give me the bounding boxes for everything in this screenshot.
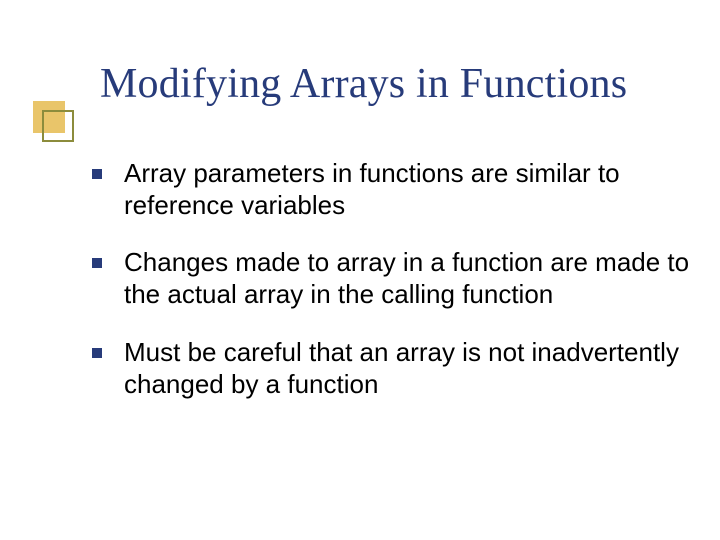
- bullet-square-icon: [92, 348, 102, 358]
- body-block: Array parameters in functions are simila…: [92, 158, 690, 400]
- square-front-icon: [42, 110, 74, 142]
- list-item: Must be careful that an array is not ina…: [92, 337, 690, 400]
- list-item: Array parameters in functions are simila…: [92, 158, 690, 221]
- slide: Modifying Arrays in Functions Array para…: [0, 0, 720, 540]
- bullet-text: Changes made to array in a function are …: [124, 247, 689, 309]
- bullet-text: Array parameters in functions are simila…: [124, 158, 620, 220]
- bullet-square-icon: [92, 169, 102, 179]
- bullet-square-icon: [92, 258, 102, 268]
- slide-title: Modifying Arrays in Functions: [100, 60, 627, 108]
- title-decoration: [33, 114, 86, 167]
- list-item: Changes made to array in a function are …: [92, 247, 690, 310]
- bullet-text: Must be careful that an array is not ina…: [124, 337, 679, 399]
